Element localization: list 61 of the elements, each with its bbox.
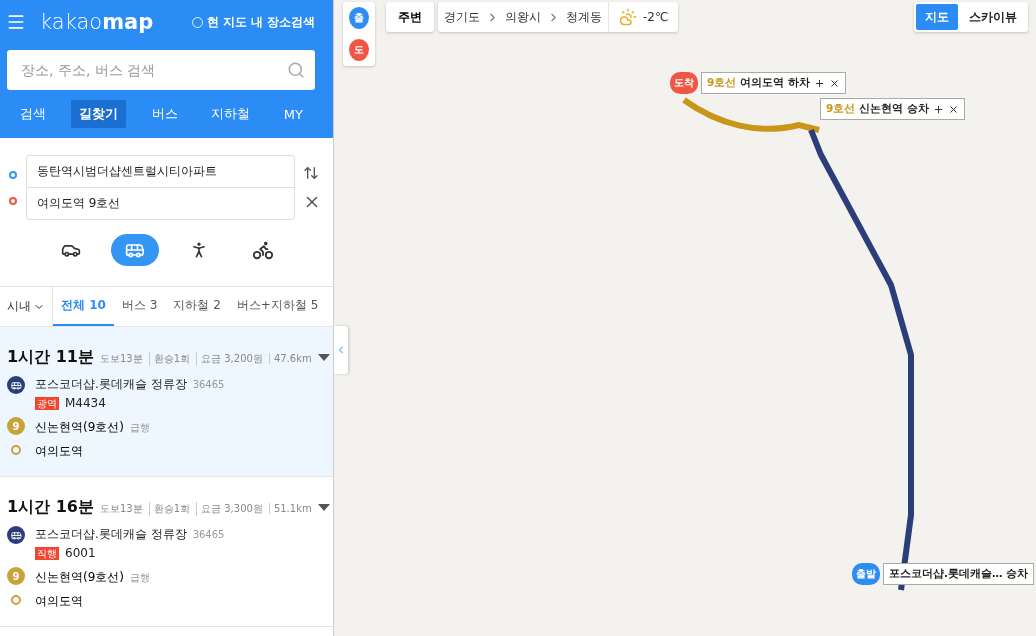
route-info: 47.6km xyxy=(268,353,312,364)
callout-text: 신논현역 승차 xyxy=(859,102,929,116)
menu-icon[interactable] xyxy=(6,12,26,32)
route-info: 51.1km xyxy=(268,503,312,514)
logo: kakaomap xyxy=(40,10,154,34)
station-name: 여의도역 xyxy=(35,593,83,610)
bus-stop-icon xyxy=(7,376,25,394)
plus-icon[interactable] xyxy=(932,103,944,115)
destination-field[interactable]: 여의도역 9호선 xyxy=(26,187,295,220)
stop-name: 포스코더샵.롯데캐슬 정류장 xyxy=(35,526,187,543)
nav-tab[interactable]: 길찾기 xyxy=(71,100,127,128)
breadcrumb-item[interactable]: 청계동 xyxy=(560,8,608,26)
collapse-handle[interactable] xyxy=(334,326,348,374)
route-info: 환승1회 xyxy=(148,352,191,366)
stop-number: 36465 xyxy=(192,529,225,540)
destination-dot-icon xyxy=(11,445,21,455)
region-dropdown[interactable]: 시내 xyxy=(0,287,53,326)
search-bar[interactable]: 장소, 주소, 버스 검색 xyxy=(7,50,315,90)
origin-dot-icon xyxy=(9,170,17,179)
destination-dot-icon xyxy=(9,196,17,205)
station-name: 여의도역 xyxy=(35,443,83,460)
route-info: 요금 3,300원 xyxy=(196,502,263,516)
bus-route-number: 6001 xyxy=(65,546,96,560)
plus-icon[interactable] xyxy=(813,77,825,89)
stop-name: 포스코더샵.롯데캐슬 정류장 xyxy=(35,376,187,393)
nearby-button[interactable]: 주변 xyxy=(386,2,434,32)
filter-tab[interactable]: 버스 3 xyxy=(113,287,166,326)
bus-type-tag: 직행 xyxy=(35,546,59,560)
temperature: -2℃ xyxy=(643,10,669,24)
station-name: 신논현역(9호선) xyxy=(35,569,124,586)
destination-dot-icon xyxy=(11,595,21,605)
origin-field[interactable]: 동탄역시범더샵센트럴시티아파트 xyxy=(26,155,295,188)
breadcrumb-item[interactable]: 경기도 xyxy=(438,8,486,26)
route-duration: 1시간 11분 xyxy=(7,347,94,368)
train-type-label: 급행 xyxy=(130,420,150,435)
close-icon[interactable] xyxy=(828,77,840,89)
callout-text: 포스코더샵.롯데캐슬… 승차 xyxy=(889,567,1029,581)
bus-route-number: M4434 xyxy=(65,396,106,410)
station-name: 신논현역(9호선) xyxy=(35,419,124,436)
breadcrumb-item[interactable]: 의왕시 xyxy=(499,8,547,26)
close-icon[interactable] xyxy=(947,103,959,115)
partly-cloudy-icon xyxy=(619,8,637,26)
route-info: 도보13분 xyxy=(99,352,143,366)
route-pin: 도착 xyxy=(670,72,698,94)
line-label: 9호선 xyxy=(826,102,856,116)
swap-icon[interactable] xyxy=(303,164,321,181)
bicycle-icon xyxy=(251,239,274,261)
line-label: 9호선 xyxy=(707,76,737,90)
route-info: 요금 3,200원 xyxy=(196,352,263,366)
filter-tab[interactable]: 지하철 2 xyxy=(165,287,229,326)
route-info: 환승1회 xyxy=(148,502,191,516)
filter-tab[interactable]: 버스+지하철 5 xyxy=(228,287,327,326)
route-pin: 출발 xyxy=(852,563,880,585)
stop-number: 36465 xyxy=(192,379,225,390)
route-duration: 1시간 16분 xyxy=(7,497,94,518)
callout-text: 여의도역 하차 xyxy=(740,76,810,90)
route-result[interactable]: 1시간 11분 도보13분 환승1회 요금 3,200원 47.6km 포스코더샵.롯데캐슬 정류장 36465 광역 M4434 9 신논현역(9호선) 급행 여의도역 xyxy=(0,327,333,477)
bus-type-tag: 광역 xyxy=(35,396,59,410)
train-type-label: 급행 xyxy=(130,570,150,585)
route-info: 도보13분 xyxy=(99,502,143,516)
bus-stop-icon xyxy=(7,526,25,544)
